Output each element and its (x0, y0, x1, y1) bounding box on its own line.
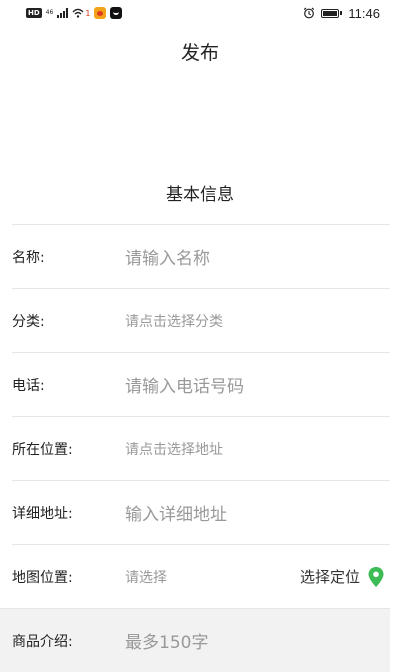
name-label: 名称: (12, 249, 45, 266)
category-select[interactable]: 请点击选择分类 (125, 311, 390, 331)
location-select[interactable]: 请点击选择地址 (125, 439, 390, 459)
phone-label: 电话: (12, 377, 45, 394)
publish-form: 名称: 请输入名称 分类: 请点击选择分类 电话: 请输入电话号码 所在位置: … (0, 224, 400, 672)
intro-label: 商品介绍: (12, 633, 73, 650)
status-bar: HD 46 1 11:46 (0, 0, 400, 26)
clock: 11:46 (348, 5, 380, 21)
status-right: 11:46 (303, 6, 380, 21)
wifi-icon (72, 8, 84, 18)
map-label: 地图位置: (12, 569, 73, 586)
weibo-app-icon (94, 7, 107, 19)
app-icon (110, 7, 123, 19)
alarm-icon (304, 7, 315, 19)
map-select[interactable]: 请选择 (125, 567, 300, 587)
intro-row: 商品介绍: 最多150字 (0, 608, 390, 672)
address-row: 详细地址: 输入详细地址 (12, 480, 390, 544)
page-title: 发布 (180, 42, 219, 64)
choose-location-button[interactable]: 选择定位 (300, 566, 384, 587)
signal-icon (57, 8, 69, 18)
category-row[interactable]: 分类: 请点击选择分类 (12, 288, 390, 352)
location-label: 所在位置: (12, 441, 73, 458)
network-type-icon: 46 (46, 10, 54, 16)
name-input[interactable]: 请输入名称 (125, 244, 390, 269)
name-row: 名称: 请输入名称 (12, 224, 390, 288)
section-title: 基本信息 (166, 185, 234, 205)
hd-icon: HD (26, 8, 42, 18)
intro-textarea[interactable]: 最多150字 (125, 628, 390, 653)
phone-row: 电话: 请输入电话号码 (12, 352, 390, 416)
status-left: HD 46 1 (26, 7, 123, 19)
phone-input[interactable]: 请输入电话号码 (125, 372, 390, 397)
address-input[interactable]: 输入详细地址 (125, 500, 390, 525)
network-label: 46 (45, 9, 54, 16)
address-label: 详细地址: (12, 505, 73, 522)
battery-icon (321, 8, 343, 18)
notification-count: 1 (85, 8, 91, 18)
choose-location-label: 选择定位 (299, 568, 360, 586)
map-row: 地图位置: 请选择 选择定位 (12, 544, 390, 608)
location-row[interactable]: 所在位置: 请点击选择地址 (12, 416, 390, 480)
location-pin-icon (368, 566, 384, 587)
category-label: 分类: (12, 313, 45, 330)
